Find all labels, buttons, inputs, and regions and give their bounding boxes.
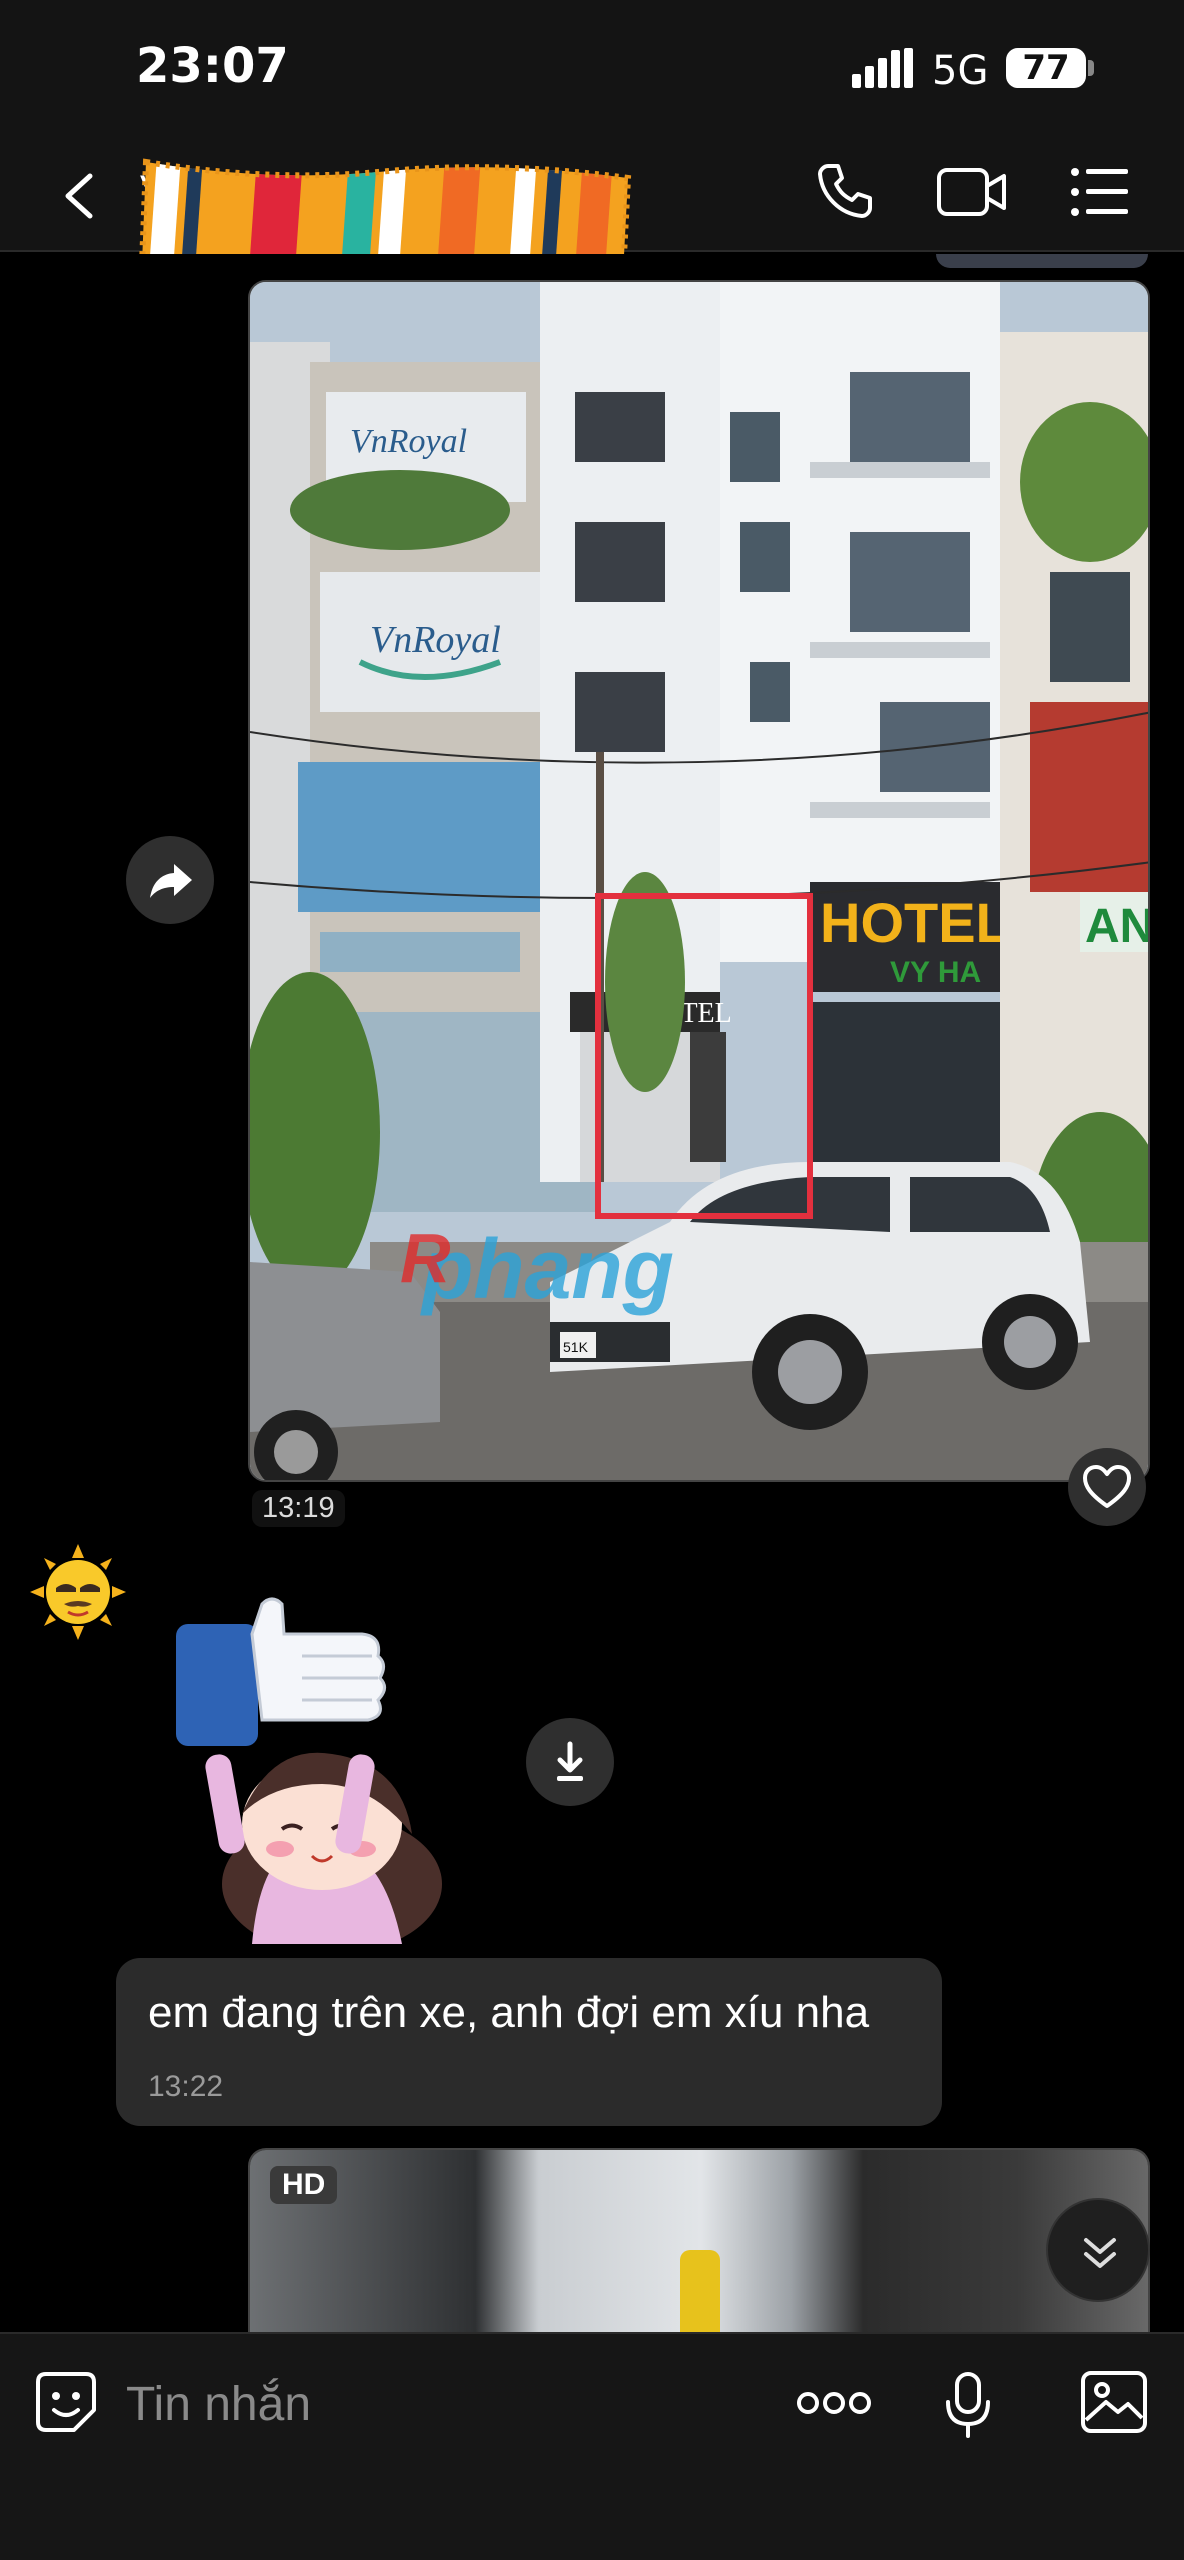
sender-avatar[interactable]: [30, 1544, 126, 1640]
svg-text:R: R: [400, 1219, 451, 1297]
back-icon[interactable]: [56, 168, 104, 224]
heart-icon: [1083, 1465, 1131, 1508]
vnroyal-sign-main: VnRoyal: [370, 619, 501, 661]
vyha-sign: VY HA: [890, 956, 981, 989]
photo-message[interactable]: VnRoyal VnRoyal HOTEL HOTEL VY HA AN 51K…: [248, 280, 1150, 1482]
sticker-icon[interactable]: [34, 2370, 98, 2434]
microphone-icon[interactable]: [942, 2370, 994, 2440]
forward-button[interactable]: [126, 836, 214, 924]
message-text: em đang trên xe, anh đợi em xíu nha: [148, 1988, 870, 2037]
more-icon[interactable]: [796, 2388, 872, 2418]
signal-icon: [852, 48, 913, 88]
hotel-vyha-sign: HOTEL: [820, 891, 1010, 954]
video-call-icon[interactable]: [936, 164, 1008, 220]
thumbs-up-sticker[interactable]: [172, 1594, 462, 1944]
like-button[interactable]: [1068, 1448, 1146, 1526]
chat-area[interactable]: VnRoyal VnRoyal HOTEL HOTEL VY HA AN 51K…: [0, 254, 1184, 2332]
download-icon: [557, 1741, 583, 1781]
menu-icon[interactable]: [1070, 166, 1130, 218]
download-button[interactable]: [526, 1718, 614, 1806]
hd-badge: HD: [270, 2166, 338, 2204]
status-bar: 23:07 5G 77: [0, 0, 1184, 140]
photo-watermark: phang: [420, 1222, 674, 1316]
battery-level: 77: [1006, 48, 1086, 88]
video-message[interactable]: HD: [248, 2148, 1150, 2332]
photo-timestamp: 13:19: [252, 1490, 345, 1527]
chevron-double-down-icon: [1084, 2238, 1116, 2268]
message-input[interactable]: [126, 2364, 746, 2444]
previous-message-edge: [936, 254, 1148, 268]
image-icon[interactable]: [1080, 2370, 1148, 2434]
message-input-bar: [0, 2332, 1184, 2560]
vnroyal-sign-top: VnRoyal: [350, 423, 467, 460]
message-timestamp: 13:22: [148, 2070, 224, 2103]
an-sign: AN: [1085, 900, 1150, 953]
battery-tip: [1088, 60, 1094, 76]
forward-icon: [150, 864, 192, 898]
text-message-bubble[interactable]: em đang trên xe, anh đợi em xíu nha 13:2…: [116, 1958, 942, 2126]
plate-text: 51K: [563, 1339, 589, 1355]
scroll-to-bottom-button[interactable]: [1046, 2198, 1150, 2302]
status-time: 23:07: [136, 38, 289, 94]
network-type: 5G: [932, 48, 989, 94]
phone-icon[interactable]: [814, 160, 876, 222]
